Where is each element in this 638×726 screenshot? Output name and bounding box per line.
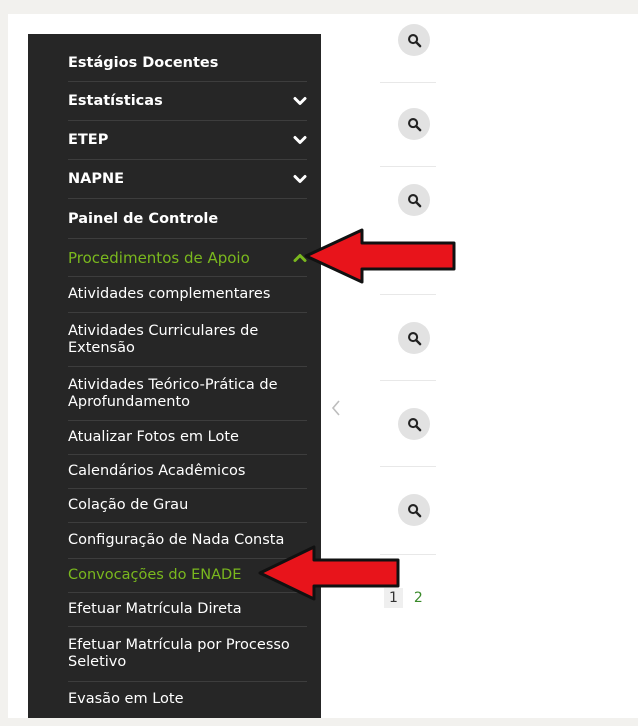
sidebar-subitem-matricula-processo-seletivo[interactable]: Efetuar Matrícula por Processo Seletivo [68,627,307,682]
search-icon [407,503,421,517]
sidebar-subitem-evasao-em-lote[interactable]: Evasão em Lote [68,682,307,716]
page-2[interactable]: 2 [409,588,428,608]
search-icon [407,33,421,47]
sidebar-item-label: ETEP [68,132,109,148]
row-search-button[interactable] [398,24,430,56]
sidebar-item-label: Atividades complementares [68,286,271,302]
sidebar-subitem-calendarios[interactable]: Calendários Acadêmicos [68,455,307,489]
row-divider [380,166,436,167]
sidebar-item-label: Configuração de Nada Consta [68,532,285,548]
sidebar-item-label: Atividades Teórico-Prática de Aprofundam… [68,376,278,410]
sidebar-subitem-atualizar-fotos[interactable]: Atualizar Fotos em Lote [68,421,307,455]
sidebar-menu: Estágios Docentes Estatísticas ETEP NAPN… [28,34,321,718]
chevron-down-icon [293,136,307,144]
search-icon [407,193,421,207]
sidebar-item-label: NAPNE [68,171,125,187]
sidebar-item-estatisticas[interactable]: Estatísticas [68,82,307,121]
red-arrow-icon [258,545,400,601]
chevron-down-icon [293,97,307,105]
row-divider [380,380,436,381]
page: 1 2 Estágios Docentes Estatísticas ETEP … [8,14,638,718]
sidebar-subitem-atividades-teorico-pratica[interactable]: Atividades Teórico-Prática de Aprofundam… [68,367,307,421]
sidebar-item-label: Estágios Docentes [68,54,219,71]
sidebar-subitem-atividades-curriculares[interactable]: Atividades Curriculares de Extensão [68,313,307,367]
sidebar-item-label: Estatísticas [68,93,163,109]
chevron-down-icon [293,175,307,183]
search-icon [407,417,421,431]
sidebar-item-label: Evasão em Lote [68,690,184,707]
sidebar-item-label: Painel de Controle [68,210,219,227]
sidebar-item-label: Calendários Acadêmicos [68,463,246,479]
red-arrow-icon [304,228,456,284]
sidebar-item-label: Efetuar Matrícula por Processo Seletivo [68,637,290,670]
sidebar-item-label: Atualizar Fotos em Lote [68,429,239,445]
search-icon [407,331,421,345]
sidebar-item-procedimentos-de-apoio[interactable]: Procedimentos de Apoio [68,239,307,277]
sidebar-item-label: Atividades Curriculares de Extensão [68,322,259,356]
sidebar-item-label: Procedimentos de Apoio [68,248,250,267]
row-divider [380,82,436,83]
row-divider [380,466,436,467]
sidebar-item-label: Colação de Grau [68,497,189,513]
sidebar-subitem-colacao-de-grau[interactable]: Colação de Grau [68,489,307,523]
sidebar-item-estagios-docentes[interactable]: Estágios Docentes [68,44,307,82]
sidebar-subitem-atividades-complementares[interactable]: Atividades complementares [68,277,307,313]
search-icon [407,117,421,131]
sidebar-item-label: Efetuar Matrícula Direta [68,601,242,617]
sidebar-item-painel-de-controle[interactable]: Painel de Controle [68,199,307,239]
row-search-button[interactable] [398,494,430,526]
chevron-left-icon[interactable] [330,398,342,418]
row-search-button[interactable] [398,184,430,216]
sidebar-item-etep[interactable]: ETEP [68,121,307,160]
row-divider [380,294,436,295]
sidebar-item-label: Convocações do ENADE [68,567,242,583]
row-search-button[interactable] [398,408,430,440]
row-search-button[interactable] [398,108,430,140]
row-search-button[interactable] [398,322,430,354]
sidebar-item-napne[interactable]: NAPNE [68,160,307,199]
